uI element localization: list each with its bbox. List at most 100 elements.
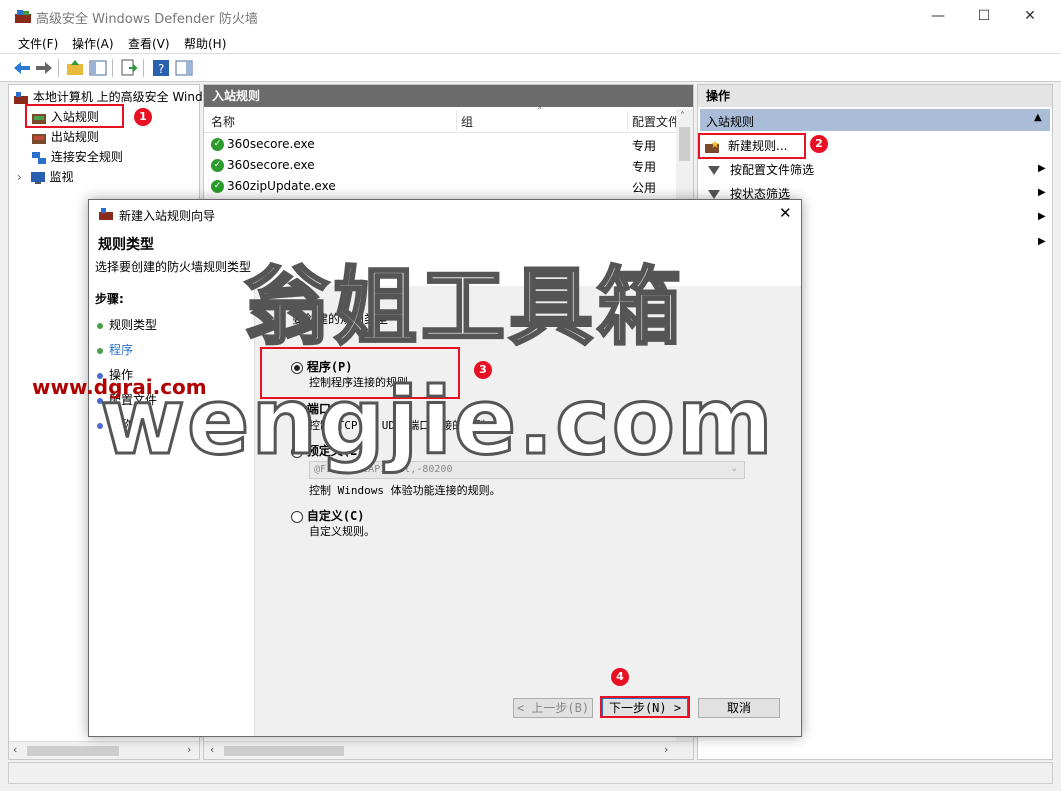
submenu-arrow-icon: ▶ [1038,163,1046,174]
rule-profile: 公用 [632,181,657,195]
help-icon[interactable]: ? [151,58,171,78]
tree-item-monitoring[interactable]: › 监视 [17,168,73,185]
toolbar-separator [143,59,144,77]
tree-item-label: 连接安全规则 [50,150,123,164]
option-custom[interactable]: 自定义(C) [291,507,365,524]
scroll-left-icon[interactable]: ‹ [13,743,17,756]
scroll-up-icon[interactable]: ˄ [680,111,685,122]
option-desc: 控制 Windows 体验功能连接的规则。 [309,484,501,497]
action-label: 新建规则... [728,139,788,153]
enabled-check-icon: ✓ [211,138,224,151]
action-filter-by-profile[interactable]: 按配置文件筛选 [702,159,1048,181]
scroll-thumb[interactable] [679,127,690,161]
action-new-rule[interactable]: 新建规则... [702,135,1048,157]
step-badge-4: 4 [611,668,629,686]
forward-arrow-icon[interactable] [34,58,54,78]
scroll-thumb[interactable] [224,746,344,756]
toolbar: ? [0,54,1061,82]
tree-hscrollbar[interactable]: ‹ › [9,741,199,759]
scroll-right-icon[interactable]: › [187,743,191,756]
menu-view[interactable]: 查看(V) [128,35,170,52]
enabled-check-icon: ✓ [211,159,224,172]
back-arrow-icon[interactable] [12,58,32,78]
rule-name: 360secore.exe [227,158,315,172]
maximize-button[interactable]: ☐ [961,0,1007,32]
filter-icon [708,190,720,199]
tree-item-connection-security[interactable]: 连接安全规则 [31,148,123,165]
tree-root-label: 本地计算机 上的高级安全 Windo [32,90,210,104]
column-group[interactable]: 组 [461,113,473,130]
tree-item-label: 监视 [49,170,74,184]
back-button[interactable]: < 上一步(B) [513,698,593,718]
column-name[interactable]: 名称 [211,113,235,130]
actions-header: 操作 [698,85,1052,107]
cancel-button[interactable]: 取消 [698,698,780,718]
dialog-close-icon[interactable]: ✕ [779,204,792,222]
tree-item-label: 入站规则 [50,110,99,124]
step-current-dot [97,347,103,354]
show-action-pane-icon[interactable] [174,58,194,78]
rules-panel-header: 入站规则 [204,85,693,107]
menu-help[interactable]: 帮助(H) [184,35,226,52]
step-badge-2: 2 [810,135,828,153]
tree-item-outbound-rules[interactable]: 出站规则 [31,128,99,145]
connection-security-icon [32,151,46,164]
dialog-title: 新建入站规则向导 [119,209,216,223]
wizard-icon [99,208,113,220]
step-badge-1: 1 [134,108,152,126]
tree-root[interactable]: 本地计算机 上的高级安全 Windo [13,88,210,105]
export-list-icon[interactable] [119,58,139,78]
rule-profile: 专用 [632,139,657,153]
submenu-arrow-icon: ▶ [1038,187,1046,198]
menu-file[interactable]: 文件(F) [18,35,58,52]
table-row[interactable]: ✓ 360secore.exe [211,158,315,172]
close-button[interactable]: ✕ [1007,0,1053,32]
tree-item-label: 出站规则 [50,130,99,144]
column-profile[interactable]: 配置文件 [632,113,680,130]
scroll-right-icon[interactable]: › [664,743,668,756]
column-divider[interactable] [456,111,457,131]
dialog-subheading: 选择要创建的防火墙规则类型 [95,260,252,274]
menu-bar: 文件(F) 操作(A) 查看(V) 帮助(H) [0,32,1061,54]
expand-chevron-icon[interactable]: › [17,170,22,184]
radio-custom[interactable] [291,510,303,523]
step-rule-type: 规则类型 [97,316,157,333]
steps-label: 步骤: [95,292,124,306]
window-title: 高级安全 Windows Defender 防火墙 [36,12,258,27]
up-folder-icon[interactable] [65,58,85,78]
rule-profile: 专用 [632,160,657,174]
svg-text:?: ? [158,62,164,76]
scroll-left-icon[interactable]: ‹ [210,743,214,756]
scroll-thumb[interactable] [27,746,119,756]
rules-hscrollbar[interactable]: ‹ › [204,741,693,759]
action-label: 按配置文件筛选 [730,163,815,177]
show-hide-tree-icon[interactable] [88,58,108,78]
wizard-steps: 步骤: 规则类型 程序 操作 配置文件 名称 [89,286,255,736]
option-label: 自定义(C) [306,509,365,523]
highlight-next-button [600,696,690,718]
dialog-heading: 规则类型 [98,237,154,253]
watermark-en: wengjie.com [99,367,775,477]
option-desc: 自定义规则。 [309,525,375,538]
step-program: 程序 [97,341,133,358]
status-bar [8,762,1053,784]
firewall-icon [14,91,28,104]
toolbar-separator [112,59,113,77]
step-done-dot [97,322,103,329]
column-divider[interactable] [627,111,628,131]
table-row[interactable]: ✓ 360secore.exe [211,137,315,151]
collapse-up-icon[interactable]: ▲ [1034,112,1042,123]
actions-section-inbound[interactable]: 入站规则 ▲ [700,109,1050,131]
menu-action[interactable]: 操作(A) [72,35,114,52]
toolbar-separator [58,59,59,77]
sort-up-icon: ˄ [537,105,543,118]
submenu-arrow-icon: ▶ [1038,236,1046,247]
dialog-title-bar: 新建入站规则向导 ✕ [89,200,801,230]
monitoring-icon [30,171,45,184]
title-bar: 高级安全 Windows Defender 防火墙 — ☐ ✕ [0,0,1061,32]
minimize-button[interactable]: — [915,0,961,32]
outbound-rules-icon [32,133,46,144]
tree-item-inbound-rules[interactable]: 入站规则 [31,108,99,125]
new-rule-icon [705,139,719,153]
table-row[interactable]: ✓ 360zipUpdate.exe [211,179,336,193]
